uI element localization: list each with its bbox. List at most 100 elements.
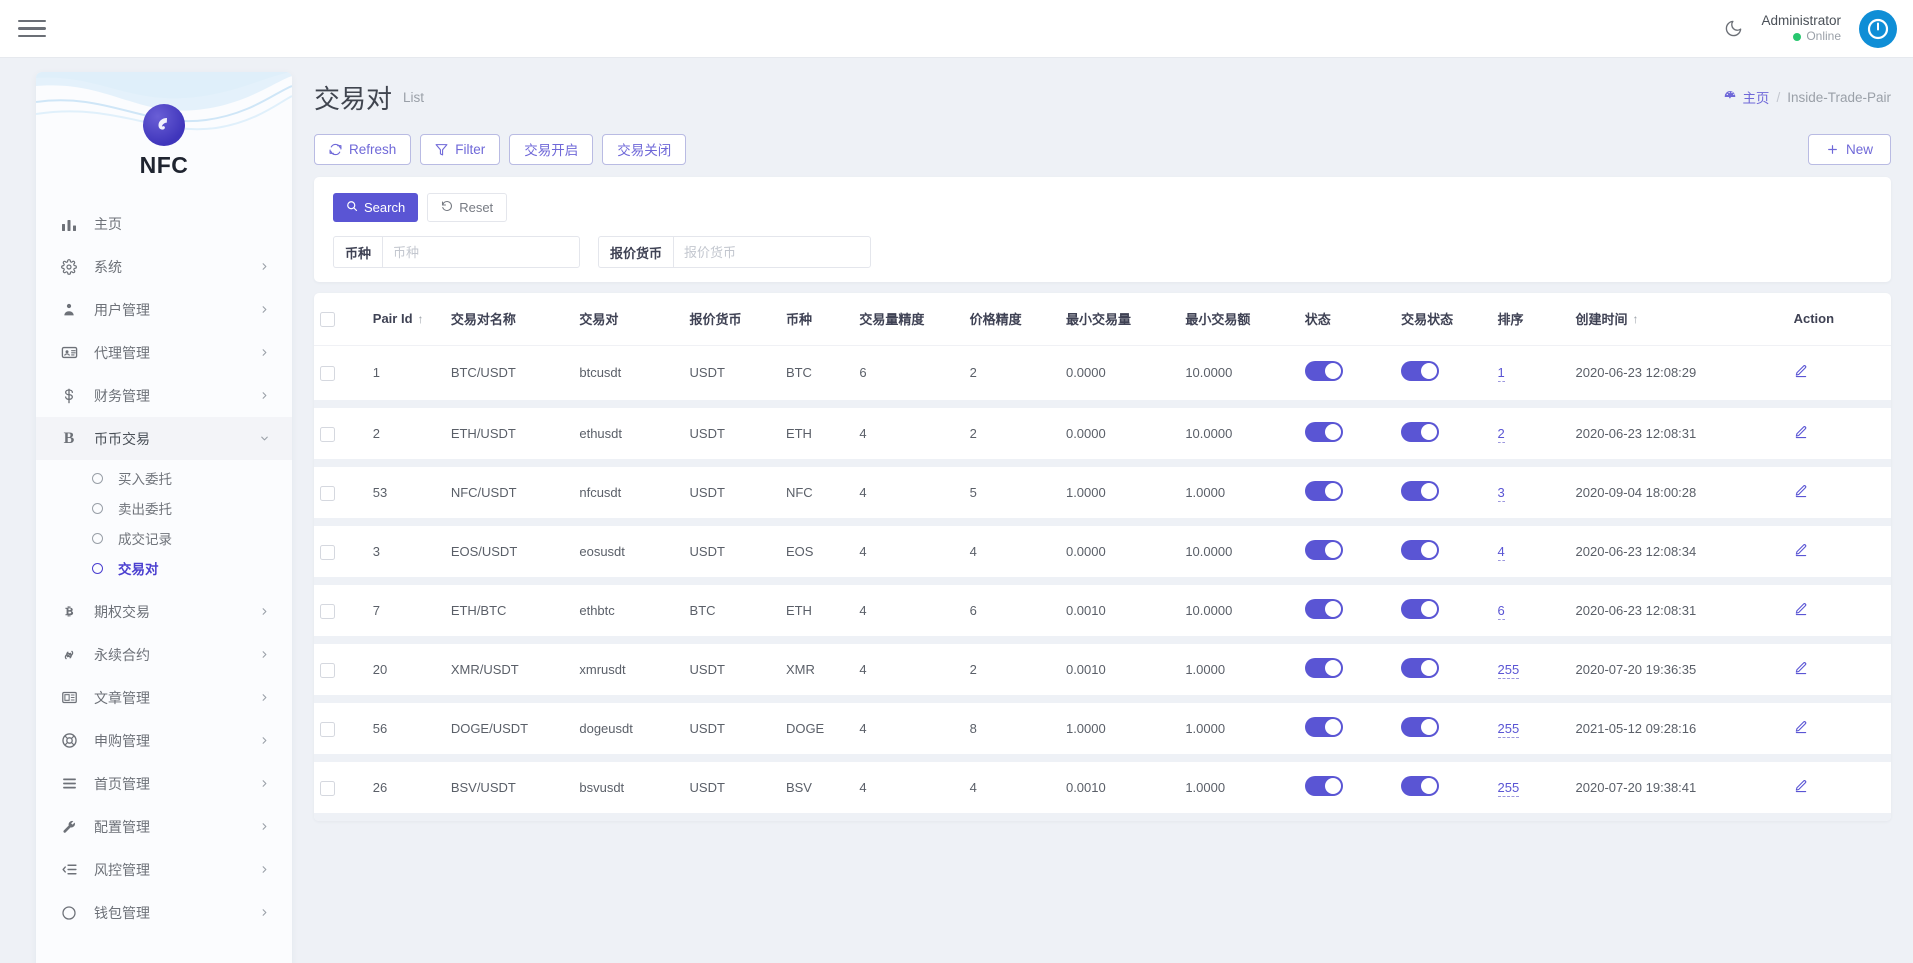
cell-trade-status — [1395, 345, 1491, 404]
sidebar-item-perpetual-contract[interactable]: 永续合约 — [36, 633, 292, 676]
cell-pair-id: 20 — [367, 640, 445, 699]
edit-pencil-icon[interactable] — [1794, 543, 1808, 557]
trade-status-toggle[interactable] — [1401, 776, 1439, 796]
trade-status-toggle[interactable] — [1401, 540, 1439, 560]
trade-status-toggle[interactable] — [1401, 422, 1439, 442]
user-status-label: Online — [1806, 29, 1841, 44]
sidebar-item-system[interactable]: 系统 — [36, 245, 292, 288]
sort-value[interactable]: 255 — [1498, 780, 1520, 797]
sidebar-item-article-management[interactable]: 文章管理 — [36, 676, 292, 719]
sidebar-item-agent-management[interactable]: 代理管理 — [36, 331, 292, 374]
row-checkbox[interactable] — [320, 663, 335, 678]
trade-close-button[interactable]: 交易关闭 — [602, 134, 686, 165]
breadcrumb-home[interactable]: 主页 — [1723, 87, 1769, 107]
row-checkbox[interactable] — [320, 427, 335, 442]
th-pair-name: 交易对名称 — [445, 293, 574, 345]
status-toggle[interactable] — [1305, 361, 1343, 381]
hamburger-menu-icon[interactable] — [18, 15, 46, 43]
sidebar-item-home[interactable]: 主页 — [36, 202, 292, 245]
sidebar-item-homepage-management[interactable]: 首页管理 — [36, 762, 292, 805]
edit-pencil-icon[interactable] — [1794, 661, 1808, 675]
sidebar-item-coin-trade[interactable]: B 币币交易 — [36, 417, 292, 460]
user-info[interactable]: Administrator Online — [1761, 13, 1841, 45]
chevron-right-icon — [259, 907, 270, 918]
cell-min-amount: 1.0000 — [1179, 640, 1298, 699]
sort-value[interactable]: 4 — [1498, 544, 1505, 561]
status-toggle[interactable] — [1305, 776, 1343, 796]
sort-value[interactable]: 1 — [1498, 365, 1505, 382]
sidebar-item-wallet-management[interactable]: 钱包管理 — [36, 891, 292, 934]
table-row: 2ETH/USDTethusdtUSDTETH420.000010.000022… — [314, 404, 1891, 463]
cell-pair-id: 1 — [367, 345, 445, 404]
chart-bars-icon — [58, 216, 80, 232]
sidebar-subitem-sell-order[interactable]: 卖出委托 — [36, 493, 292, 523]
row-checkbox[interactable] — [320, 545, 335, 560]
cell-price-precision: 2 — [964, 404, 1060, 463]
edit-pencil-icon[interactable] — [1794, 779, 1808, 793]
row-checkbox[interactable] — [320, 486, 335, 501]
row-checkbox[interactable] — [320, 366, 335, 381]
edit-pencil-icon[interactable] — [1794, 364, 1808, 378]
sidebar-item-label: 币币交易 — [94, 429, 259, 449]
th-created-at[interactable]: 创建时间 ↑ — [1570, 293, 1788, 345]
table-row: 3EOS/USDTeosusdtUSDTEOS440.000010.000042… — [314, 522, 1891, 581]
dark-mode-moon-icon[interactable] — [1724, 19, 1743, 38]
sort-value[interactable]: 2 — [1498, 426, 1505, 443]
trade-status-toggle[interactable] — [1401, 658, 1439, 678]
sidebar-subitem-trade-pair[interactable]: 交易对 — [36, 553, 292, 583]
sidebar-item-user-management[interactable]: 用户管理 — [36, 288, 292, 331]
edit-pencil-icon[interactable] — [1794, 484, 1808, 498]
cell-created-at: 2020-06-23 12:08:29 — [1570, 345, 1788, 404]
edit-pencil-icon[interactable] — [1794, 720, 1808, 734]
reset-button[interactable]: Reset — [427, 193, 507, 222]
search-button[interactable]: Search — [333, 193, 418, 222]
trade-status-toggle[interactable] — [1401, 717, 1439, 737]
th-price-precision: 价格精度 — [964, 293, 1060, 345]
sidebar: NFC 主页 系统 — [36, 72, 292, 963]
sidebar-subitem-trade-records[interactable]: 成交记录 — [36, 523, 292, 553]
select-all-checkbox[interactable] — [320, 312, 335, 327]
status-toggle[interactable] — [1305, 422, 1343, 442]
trade-status-toggle[interactable] — [1401, 481, 1439, 501]
sidebar-subitem-buy-order[interactable]: 买入委托 — [36, 463, 292, 493]
trade-status-toggle[interactable] — [1401, 599, 1439, 619]
status-toggle[interactable] — [1305, 717, 1343, 737]
status-toggle[interactable] — [1305, 481, 1343, 501]
coin-field-label: 币种 — [333, 236, 382, 268]
sidebar-subitem-label: 买入委托 — [118, 468, 172, 488]
avatar[interactable] — [1859, 10, 1897, 48]
sidebar-item-option-trade[interactable]: 期权交易 — [36, 590, 292, 633]
edit-pencil-icon[interactable] — [1794, 425, 1808, 439]
sidebar-item-label: 主页 — [94, 214, 270, 234]
row-checkbox[interactable] — [320, 781, 335, 796]
cell-price-precision: 2 — [964, 640, 1060, 699]
sort-value[interactable]: 255 — [1498, 721, 1520, 738]
sidebar-item-config-management[interactable]: 配置管理 — [36, 805, 292, 848]
coin-input[interactable] — [382, 236, 580, 268]
sidebar-item-finance-management[interactable]: 财务管理 — [36, 374, 292, 417]
status-toggle[interactable] — [1305, 658, 1343, 678]
sort-value[interactable]: 6 — [1498, 603, 1505, 620]
status-toggle[interactable] — [1305, 599, 1343, 619]
trade-open-button[interactable]: 交易开启 — [509, 134, 593, 165]
cell-coin: XMR — [780, 640, 853, 699]
edit-pencil-icon[interactable] — [1794, 602, 1808, 616]
trade-status-toggle[interactable] — [1401, 361, 1439, 381]
link-chain-icon — [58, 647, 80, 663]
filter-button[interactable]: Filter — [420, 134, 500, 165]
sort-value[interactable]: 3 — [1498, 485, 1505, 502]
th-pair-id[interactable]: Pair Id ↑ — [367, 293, 445, 345]
sidebar-item-subscription-management[interactable]: 申购管理 — [36, 719, 292, 762]
refresh-button[interactable]: Refresh — [314, 134, 411, 165]
lifebuoy-icon — [58, 732, 80, 749]
sidebar-item-risk-management[interactable]: 风控管理 — [36, 848, 292, 891]
row-checkbox-cell — [314, 345, 367, 404]
sidebar-item-label: 钱包管理 — [94, 903, 259, 923]
quote-currency-input[interactable] — [673, 236, 871, 268]
chevron-right-icon — [259, 778, 270, 789]
status-toggle[interactable] — [1305, 540, 1343, 560]
new-button[interactable]: New — [1808, 134, 1891, 165]
sort-value[interactable]: 255 — [1498, 662, 1520, 679]
row-checkbox[interactable] — [320, 604, 335, 619]
row-checkbox[interactable] — [320, 722, 335, 737]
